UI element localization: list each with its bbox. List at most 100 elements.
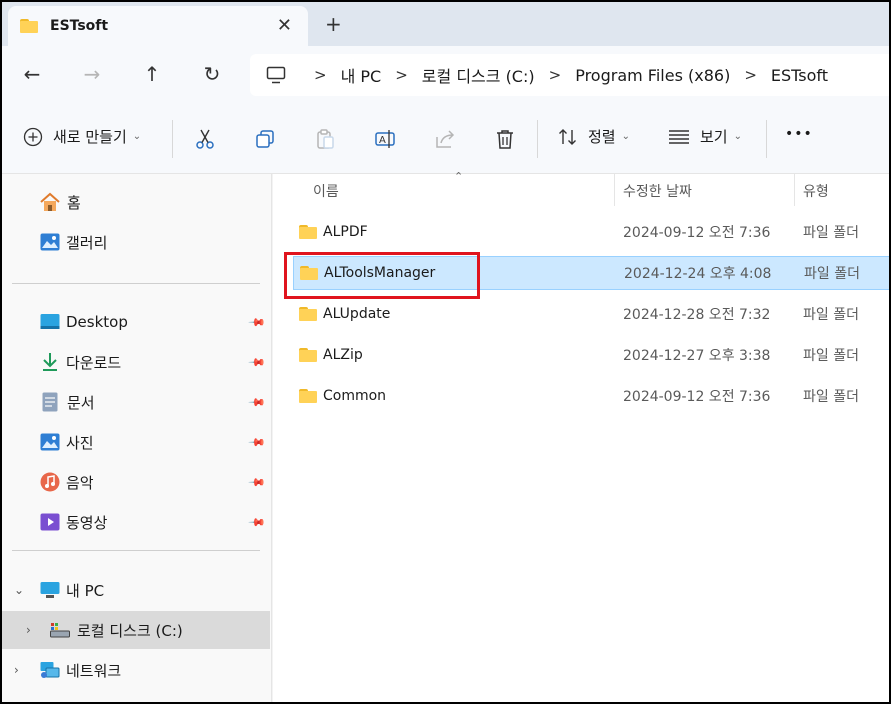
column-header-type[interactable]: 유형 bbox=[803, 181, 829, 201]
file-type: 파일 폴더 bbox=[803, 307, 859, 323]
music-icon bbox=[40, 472, 60, 492]
sidebar-item-pictures[interactable]: 사진 📌 bbox=[2, 423, 270, 461]
pin-icon[interactable]: 📌 bbox=[248, 433, 267, 452]
chevron-right-icon[interactable]: › bbox=[14, 663, 19, 677]
copy-button[interactable] bbox=[252, 126, 278, 152]
sidebar-item-my-pc[interactable]: ⌄ 내 PC bbox=[2, 571, 270, 609]
folder-icon bbox=[299, 225, 317, 239]
copy-icon bbox=[256, 130, 274, 148]
breadcrumb-separator: > bbox=[548, 66, 562, 84]
table-row[interactable]: ALUpdate 2024-12-28 오전 7:32 파일 폴더 bbox=[293, 297, 889, 331]
forward-button[interactable]: → bbox=[79, 62, 105, 86]
chevron-right-icon[interactable]: › bbox=[26, 623, 31, 637]
file-date: 2024-09-12 오전 7:36 bbox=[623, 389, 771, 405]
file-type: 파일 폴더 bbox=[803, 225, 859, 241]
pin-icon[interactable]: 📌 bbox=[248, 353, 267, 372]
pc-icon bbox=[40, 582, 60, 598]
view-button[interactable]: 보기 ⌄ bbox=[668, 126, 742, 147]
pin-icon[interactable]: 📌 bbox=[248, 313, 267, 332]
file-list: ⌃ 이름 수정한 날짜 유형 ALPDF 2024-09-12 오전 7:36 … bbox=[273, 170, 889, 702]
chevron-down-icon: ⌄ bbox=[621, 131, 630, 142]
file-explorer-window: ESTsoft ✕ + ← → ↑ ↻ > 내 PC > 로컬 디스크 (C:)… bbox=[0, 0, 891, 704]
pin-icon[interactable]: 📌 bbox=[248, 393, 267, 412]
pin-icon[interactable]: 📌 bbox=[248, 513, 267, 532]
file-date: 2024-12-28 오전 7:32 bbox=[623, 307, 771, 323]
chevron-down-icon[interactable]: ⌄ bbox=[14, 583, 24, 597]
refresh-button[interactable]: ↻ bbox=[199, 62, 225, 86]
plus-circle-icon bbox=[23, 127, 43, 146]
sidebar-item-downloads[interactable]: 다운로드 📌 bbox=[2, 343, 270, 381]
sidebar-item-videos[interactable]: 동영상 📌 bbox=[2, 503, 270, 541]
sidebar-item-documents[interactable]: 문서 📌 bbox=[2, 383, 270, 421]
chevron-down-icon: ⌄ bbox=[132, 131, 142, 142]
cut-button[interactable] bbox=[192, 126, 218, 152]
sidebar-item-label: 갤러리 bbox=[66, 233, 108, 252]
sidebar-item-network[interactable]: › 네트워크 bbox=[2, 651, 270, 689]
file-name: ALZip bbox=[323, 347, 363, 363]
breadcrumb-separator: > bbox=[395, 66, 408, 84]
sidebar-item-label: 음악 bbox=[66, 473, 94, 492]
rename-button[interactable]: A bbox=[372, 126, 398, 152]
new-tab-button[interactable]: + bbox=[325, 12, 342, 36]
sort-label: 정렬 bbox=[588, 128, 616, 146]
sort-button[interactable]: 정렬 ⌄ bbox=[558, 126, 630, 147]
divider bbox=[172, 120, 173, 158]
sidebar-item-label: 네트워크 bbox=[66, 661, 122, 680]
breadcrumb-local-disk[interactable]: 로컬 디스크 (C:) bbox=[422, 63, 535, 87]
breadcrumb-program-files[interactable]: Program Files (x86) bbox=[575, 66, 730, 85]
chevron-down-icon: ⌄ bbox=[733, 131, 742, 142]
desktop-icon bbox=[40, 314, 60, 329]
sidebar-item-gallery[interactable]: 갤러리 bbox=[2, 223, 270, 261]
view-label: 보기 bbox=[700, 128, 728, 146]
table-row[interactable]: ALZip 2024-12-27 오후 3:38 파일 폴더 bbox=[293, 338, 889, 372]
sidebar-item-home[interactable]: 홈 bbox=[2, 183, 270, 221]
navigation-bar: ← → ↑ ↻ > 내 PC > 로컬 디스크 (C:) > Program F… bbox=[2, 46, 889, 104]
tab-strip: ESTsoft ✕ + bbox=[2, 2, 889, 46]
file-date: 2024-12-24 오후 4:08 bbox=[624, 266, 772, 282]
close-tab-icon[interactable]: ✕ bbox=[277, 15, 292, 36]
network-icon bbox=[40, 662, 60, 678]
new-label: 새로 만들기 bbox=[53, 128, 127, 146]
folder-icon bbox=[299, 307, 317, 321]
share-button[interactable] bbox=[432, 126, 458, 152]
paste-button[interactable] bbox=[312, 126, 338, 152]
sidebar-item-label: 홈 bbox=[67, 193, 81, 212]
svg-text:A: A bbox=[379, 135, 386, 146]
navigation-pane: 홈 갤러리 Desktop 📌 다운로드 📌 문서 📌 사진 📌 음악 📌 동영… bbox=[2, 174, 272, 702]
column-divider[interactable] bbox=[794, 174, 795, 206]
computer-icon bbox=[266, 66, 286, 84]
back-button[interactable]: ← bbox=[19, 62, 45, 86]
column-divider[interactable] bbox=[614, 174, 615, 206]
table-row[interactable]: Common 2024-09-12 오전 7:36 파일 폴더 bbox=[293, 379, 889, 413]
tab-title: ESTsoft bbox=[50, 18, 109, 34]
up-button[interactable]: ↑ bbox=[139, 62, 165, 86]
column-header-date[interactable]: 수정한 날짜 bbox=[623, 181, 692, 201]
table-row[interactable]: ALPDF 2024-09-12 오전 7:36 파일 폴더 bbox=[293, 215, 889, 249]
sidebar-item-music[interactable]: 음악 📌 bbox=[2, 463, 270, 501]
highlight-annotation bbox=[284, 252, 480, 299]
sort-icon bbox=[559, 128, 576, 145]
sidebar-item-local-disk[interactable]: › 로컬 디스크 (C:) bbox=[2, 611, 270, 649]
sidebar-item-label: 사진 bbox=[66, 433, 94, 452]
new-button[interactable]: 새로 만들기 ⌄ bbox=[23, 126, 141, 147]
download-icon bbox=[43, 353, 57, 371]
address-bar[interactable]: > 내 PC > 로컬 디스크 (C:) > Program Files (x8… bbox=[250, 54, 889, 96]
breadcrumb-my-pc[interactable]: 내 PC bbox=[341, 63, 382, 87]
sidebar-item-label: Desktop bbox=[66, 313, 128, 331]
view-list-icon bbox=[669, 129, 689, 144]
trash-icon bbox=[497, 130, 513, 149]
paste-icon bbox=[317, 129, 334, 149]
home-icon bbox=[40, 192, 60, 211]
file-date: 2024-09-12 오전 7:36 bbox=[623, 225, 771, 241]
file-type: 파일 폴더 bbox=[804, 266, 860, 282]
file-name: ALPDF bbox=[323, 224, 368, 240]
more-options-button[interactable]: ••• bbox=[785, 126, 813, 142]
delete-button[interactable] bbox=[492, 126, 518, 152]
sidebar-item-desktop[interactable]: Desktop 📌 bbox=[2, 303, 270, 341]
pin-icon[interactable]: 📌 bbox=[248, 473, 267, 492]
file-type: 파일 폴더 bbox=[803, 348, 859, 364]
tab-estsoft[interactable]: ESTsoft ✕ bbox=[8, 6, 308, 46]
sidebar-item-label: 다운로드 bbox=[66, 353, 122, 372]
breadcrumb-estsoft[interactable]: ESTsoft bbox=[771, 66, 828, 85]
column-header-name[interactable]: 이름 bbox=[313, 181, 339, 201]
